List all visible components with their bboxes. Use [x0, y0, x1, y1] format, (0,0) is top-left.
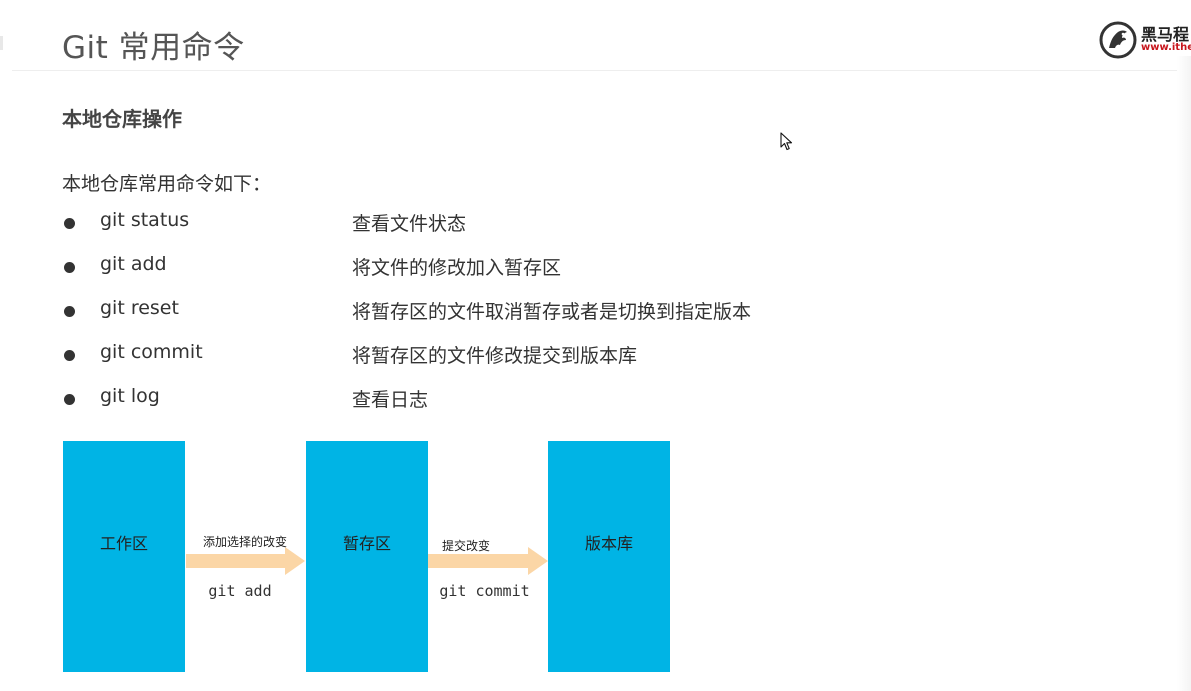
page-title: Git 常用命令	[62, 30, 245, 66]
command-description: 将文件的修改加入暂存区	[352, 257, 562, 279]
transition-command: git commit	[439, 582, 530, 600]
command-item: git reset 将暂存区的文件取消暂存或者是切换到指定版本	[62, 297, 822, 327]
command-name: git log	[100, 385, 160, 407]
stage-label: 暂存区	[342, 534, 391, 553]
bullet-icon	[64, 218, 75, 229]
command-item: git commit 将暂存区的文件修改提交到版本库	[62, 341, 822, 371]
command-item: git add 将文件的修改加入暂存区	[62, 253, 822, 283]
horse-logo-icon	[1099, 21, 1137, 59]
slide: Git 常用命令 黑马程 www.itheim 本地仓库操作 本地仓库常用命令如…	[0, 0, 1191, 691]
repository-box: 版本库	[548, 441, 670, 672]
bullet-icon	[64, 262, 75, 273]
slide-right-edge	[1177, 56, 1191, 691]
right-arrow-icon	[428, 547, 548, 575]
command-name: git status	[100, 209, 190, 231]
header-divider	[12, 70, 1178, 71]
bullet-icon	[64, 394, 75, 405]
bullet-icon	[64, 306, 75, 317]
command-name: git commit	[100, 341, 203, 363]
transition-command: git add	[208, 582, 272, 600]
command-item: git status 查看文件状态	[62, 209, 822, 239]
right-arrow-icon	[186, 547, 305, 575]
mouse-pointer-icon	[780, 132, 793, 151]
command-name: git add	[100, 253, 167, 275]
stage-label: 工作区	[99, 534, 148, 553]
command-name: git reset	[100, 297, 179, 319]
staging-area-box: 暂存区	[306, 441, 428, 672]
command-description: 查看日志	[352, 389, 429, 411]
logo-url-text: www.itheim	[1141, 42, 1191, 53]
stage-label: 版本库	[584, 534, 633, 553]
bullet-icon	[64, 350, 75, 361]
brand-logo: 黑马程 www.itheim	[1098, 20, 1191, 60]
slide-edge-marker	[0, 36, 3, 50]
command-description: 将暂存区的文件取消暂存或者是切换到指定版本	[352, 301, 752, 323]
section-heading: 本地仓库操作	[62, 107, 182, 131]
command-description: 查看文件状态	[352, 213, 467, 235]
working-directory-box: 工作区	[63, 441, 185, 672]
command-description: 将暂存区的文件修改提交到版本库	[352, 345, 638, 367]
intro-text: 本地仓库常用命令如下：	[62, 173, 272, 195]
command-item: git log 查看日志	[62, 385, 822, 415]
